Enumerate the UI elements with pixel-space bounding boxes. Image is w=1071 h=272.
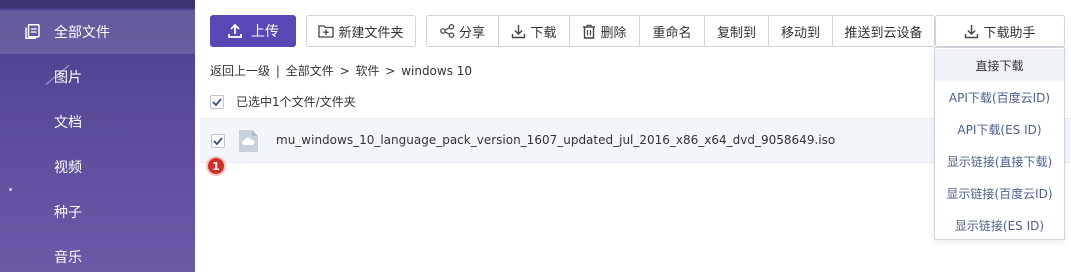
breadcrumb-folder-link[interactable]: 软件 [355,64,379,78]
share-label: 分享 [458,25,485,41]
move-to-label: 移动到 [780,25,820,41]
breadcrumb-back-link[interactable]: 返回上一级 [210,64,270,78]
upload-icon [228,23,242,38]
file-cloud-icon [239,130,258,152]
menu-item-show-link-es[interactable]: 显示链接(ES ID) [935,209,1064,241]
files-icon [25,24,40,39]
new-folder-button[interactable]: 新建文件夹 [306,15,416,47]
breadcrumb-arrow: > [385,64,396,78]
file-checkbox[interactable] [211,134,225,148]
new-folder-label: 新建文件夹 [338,25,404,41]
new-folder-icon [318,25,335,38]
copy-to-label: 复制到 [716,25,756,41]
breadcrumb-current: windows 10 [401,64,473,78]
menu-item-direct-download[interactable]: 直接下载 [935,49,1064,81]
delete-label: 删除 [600,25,627,41]
breadcrumb-separator: | [275,64,280,78]
breadcrumb-root-link[interactable]: 全部文件 [286,64,334,78]
download-icon [512,24,526,38]
select-all-checkbox[interactable] [210,94,224,109]
menu-item-api-download-baidu[interactable]: API下载(百度云ID) [935,81,1064,113]
sidebar-item-images[interactable]: 图片 [0,55,195,99]
rename-button[interactable]: 重命名 [639,15,704,47]
download-label: 下载 [530,25,557,41]
check-icon [212,97,222,106]
sidebar-item-all-files[interactable]: 全部文件 [0,10,195,54]
share-button[interactable]: 分享 [426,15,498,47]
check-icon [213,137,223,145]
download-helper-button[interactable]: 下载助手 [935,15,1065,47]
breadcrumb: 返回上一级 | 全部文件 > 软件 > windows 10 [210,62,474,79]
annotation-badge-1: 1 [206,156,226,176]
sidebar-top-strip [0,0,195,8]
breadcrumb-arrow: > [339,64,350,78]
menu-item-show-link-direct[interactable]: 显示链接(直接下载) [935,145,1064,177]
sidebar-item-label: 种子 [54,205,82,221]
sidebar-item-documents[interactable]: 文档 [0,100,195,144]
sidebar-item-label: 文档 [54,115,82,131]
sidebar-item-music[interactable]: 音乐 [0,235,195,272]
download-helper-menu: 直接下载 API下载(百度云ID) API下载(ES ID) 显示链接(直接下载… [934,47,1065,240]
download-button[interactable]: 下载 [498,15,569,47]
upload-label: 上传 [251,24,279,40]
copy-to-button[interactable]: 复制到 [704,15,768,47]
delete-button[interactable]: 删除 [569,15,639,47]
sidebar-item-label: 全部文件 [54,25,110,41]
trash-icon [583,24,596,39]
file-name[interactable]: mu_windows_10_language_pack_version_1607… [276,133,835,147]
push-to-cloud-button[interactable]: 推送到云设备 [832,15,935,47]
download-icon [965,24,979,38]
push-to-cloud-label: 推送到云设备 [844,25,923,41]
sidebar-item-label: 音乐 [54,250,82,266]
sidebar-item-label: 视频 [54,160,82,176]
share-icon [440,24,455,38]
move-to-button[interactable]: 移动到 [768,15,832,47]
menu-item-show-link-baidu[interactable]: 显示链接(百度云ID) [935,177,1064,209]
sidebar: 全部文件 图片 文档 视频 种子 音乐 [0,0,195,272]
upload-button[interactable]: 上传 [210,15,296,47]
selection-summary: 已选中1个文件/文件夹 [210,93,356,110]
sidebar-item-videos[interactable]: 视频 [0,145,195,189]
selection-count-text: 已选中1个文件/文件夹 [236,95,356,109]
sidebar-item-label: 图片 [54,70,82,86]
sidebar-item-torrents[interactable]: 种子 [0,190,195,234]
menu-item-api-download-es[interactable]: API下载(ES ID) [935,113,1064,145]
download-helper-label: 下载助手 [983,25,1036,41]
rename-label: 重命名 [652,25,692,41]
